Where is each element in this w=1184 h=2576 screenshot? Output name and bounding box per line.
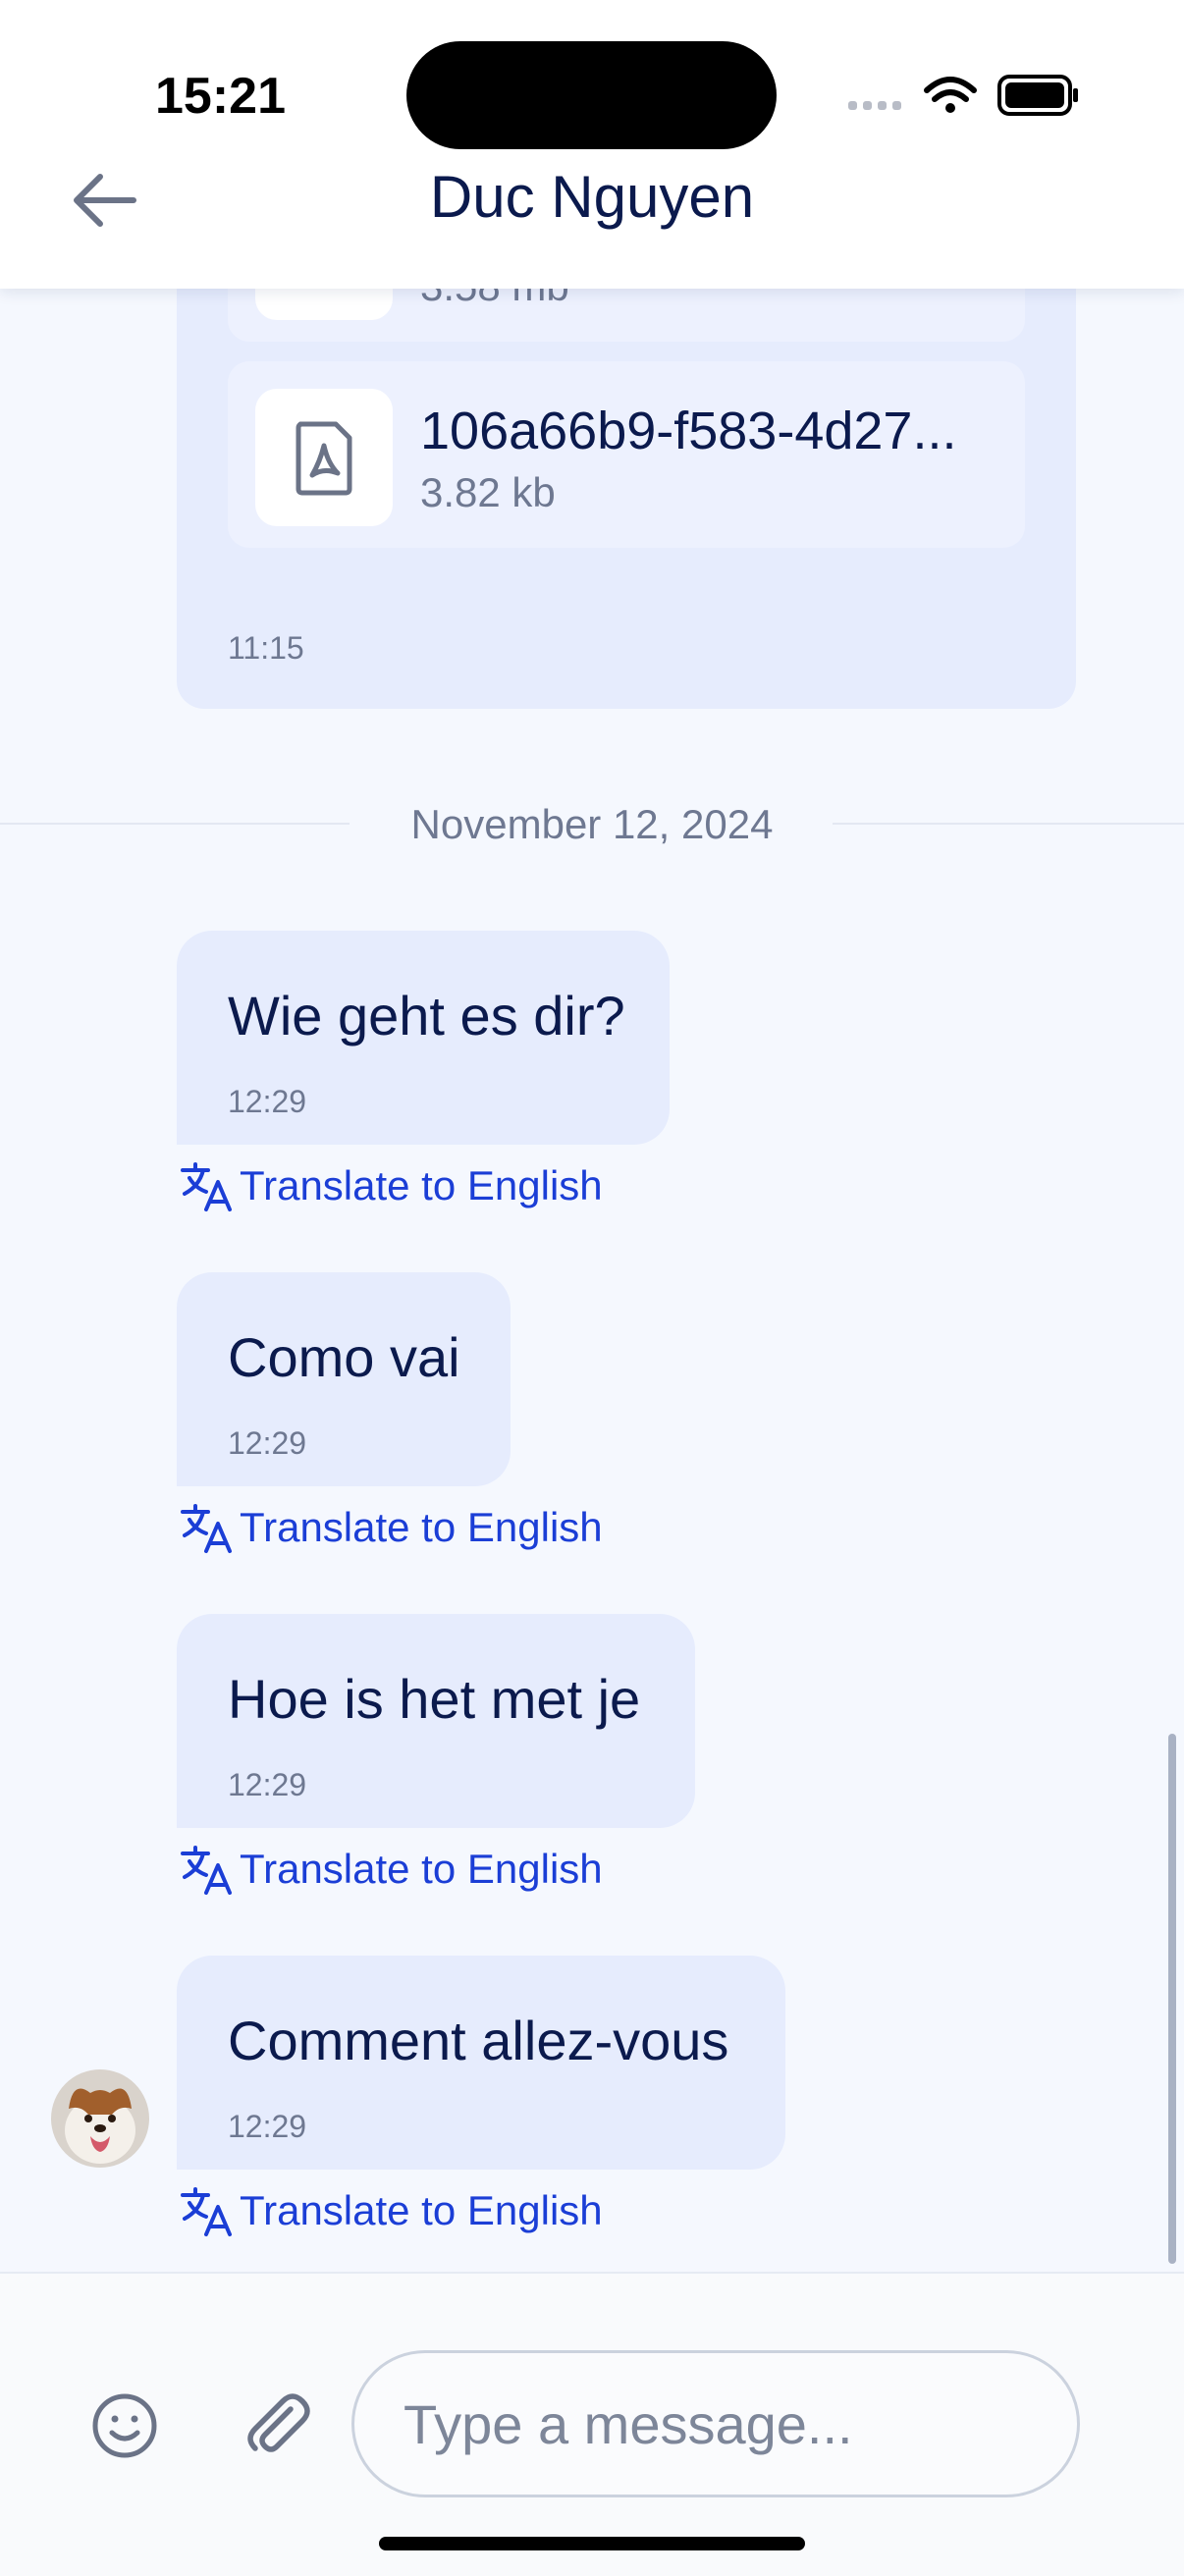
- file-name: 106a66b9-f583-4d27...: [420, 402, 957, 460]
- message-bubble[interactable]: Como vai 12:29: [177, 1272, 511, 1486]
- file-icon-box: [255, 389, 393, 526]
- translate-icon: [181, 1504, 232, 1553]
- file-size: 3.82 kb: [420, 469, 556, 515]
- file-icon-box: [255, 289, 393, 320]
- file-attachment[interactable]: 3.58 mb: [228, 289, 1025, 342]
- file-message-bubble: 3.58 mb 106a66b9-f583-4d27... 3.82 kb 11…: [177, 289, 1076, 709]
- translate-icon: [181, 1846, 232, 1895]
- chat-title: Duc Nguyen: [429, 164, 755, 230]
- message-bubble[interactable]: Hoe is het met je 12:29: [177, 1614, 695, 1828]
- translate-label: Translate to English: [240, 2187, 603, 2233]
- message-time: 12:29: [228, 1425, 307, 1461]
- battery-icon: [997, 75, 1078, 116]
- message-text: Hoe is het met je: [228, 1668, 641, 1730]
- paperclip-icon: [247, 2393, 310, 2452]
- date-label: November 12, 2024: [410, 801, 774, 847]
- top-bar: 15:21 Duc Nguyen: [0, 0, 1184, 289]
- status-icons: [848, 75, 1078, 116]
- dynamic-island: [406, 41, 777, 149]
- translate-link[interactable]: Translate to English: [179, 1156, 603, 1215]
- translate-link[interactable]: Translate to English: [179, 1498, 603, 1557]
- translate-icon: [181, 2187, 232, 2236]
- pdf-icon: [296, 421, 352, 496]
- translate-icon: [181, 1162, 232, 1211]
- status-time: 15:21: [155, 68, 286, 125]
- message-text: Como vai: [228, 1326, 460, 1388]
- emoji-button[interactable]: [90, 2391, 159, 2460]
- dog-avatar-image: [51, 2069, 149, 2168]
- file-size: 3.58 mb: [420, 289, 569, 310]
- message-time: 12:29: [228, 1767, 307, 1802]
- message-bubble[interactable]: Wie geht es dir? 12:29: [177, 931, 670, 1145]
- scrollbar[interactable]: [1168, 1734, 1176, 2264]
- wifi-icon: [924, 77, 977, 102]
- emoji-icon: [92, 2393, 157, 2458]
- translate-link[interactable]: Translate to English: [179, 2181, 603, 2240]
- message-input[interactable]: [351, 2350, 1080, 2497]
- translate-link[interactable]: Translate to English: [179, 1840, 603, 1899]
- home-indicator: [379, 2537, 805, 2550]
- attach-button[interactable]: [240, 2388, 314, 2462]
- message-bubble[interactable]: Comment allez-vous 12:29: [177, 1956, 785, 2170]
- translate-label: Translate to English: [240, 1504, 603, 1550]
- translate-label: Translate to English: [240, 1846, 603, 1892]
- message-time: 12:29: [228, 2109, 307, 2144]
- translate-label: Translate to English: [240, 1162, 603, 1208]
- chat-messages[interactable]: 3.58 mb 106a66b9-f583-4d27... 3.82 kb 11…: [0, 289, 1184, 2272]
- message-text: Comment allez-vous: [228, 2010, 729, 2071]
- message-time: 12:29: [228, 1084, 307, 1119]
- message-time: 11:15: [228, 630, 304, 666]
- signal-icon: [848, 101, 901, 110]
- message-text: Wie geht es dir?: [228, 985, 625, 1046]
- date-divider: November 12, 2024: [0, 793, 1184, 852]
- avatar[interactable]: [51, 2069, 149, 2168]
- message-composer: [0, 2272, 1184, 2576]
- file-attachment[interactable]: 106a66b9-f583-4d27... 3.82 kb: [228, 361, 1025, 548]
